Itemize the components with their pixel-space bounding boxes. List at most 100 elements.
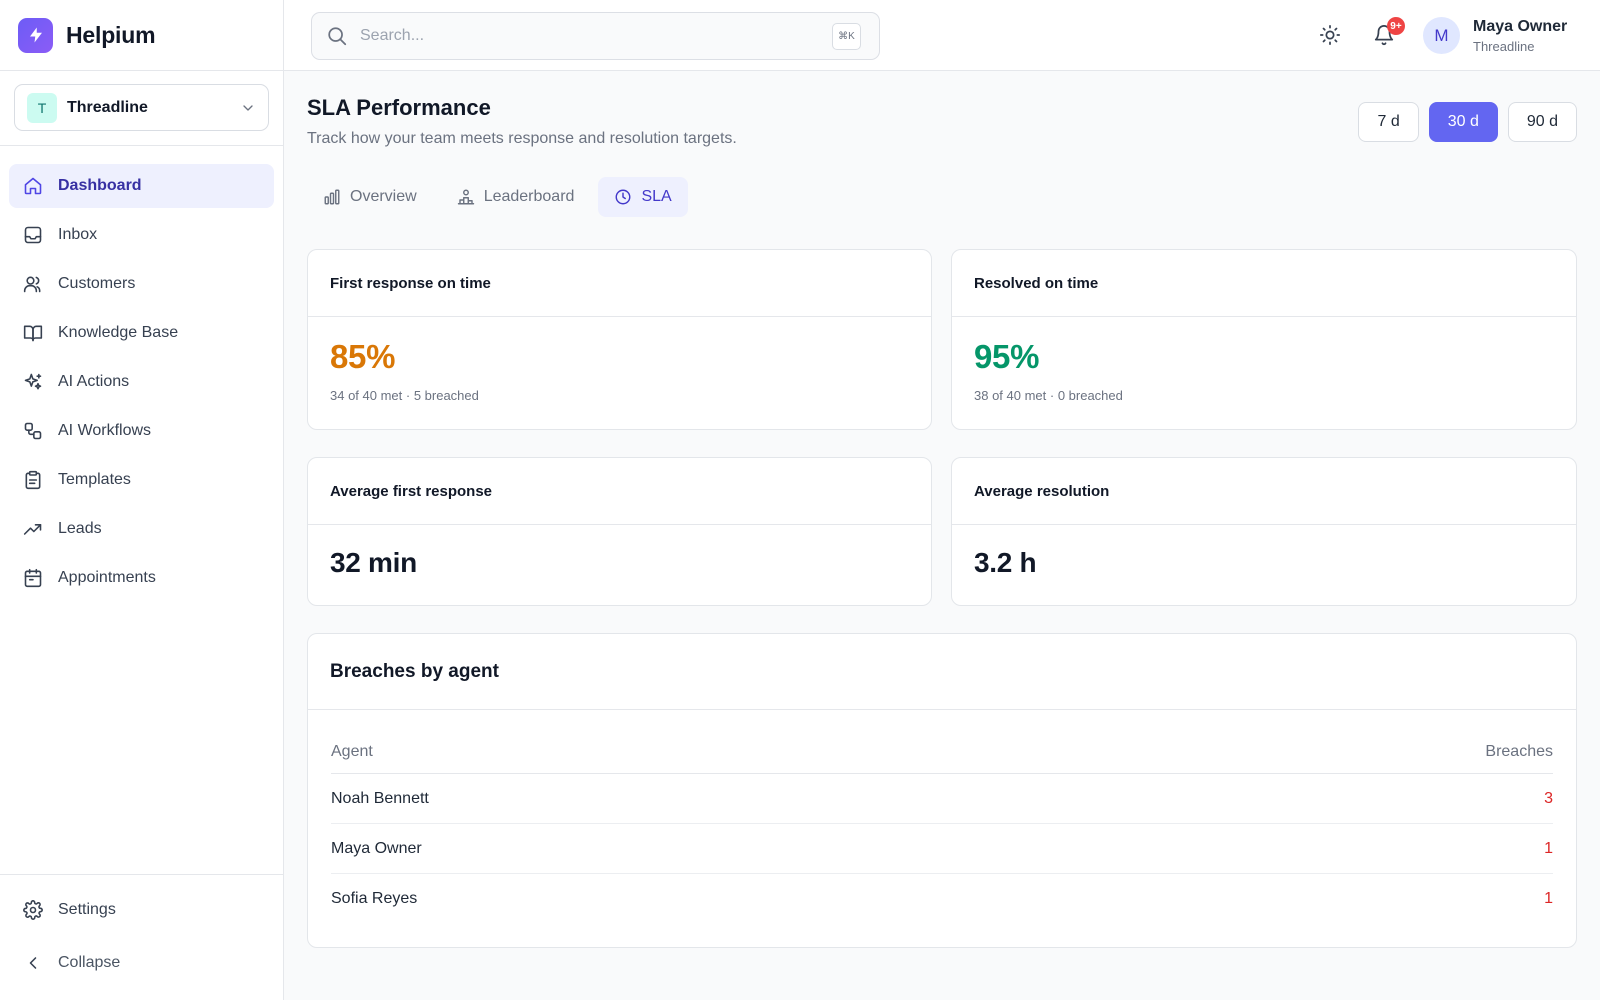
resolved-note: 38 of 40 met · 0 breached bbox=[974, 388, 1123, 403]
sidebar-item-templates[interactable]: Templates bbox=[9, 458, 274, 502]
podium-icon bbox=[457, 188, 475, 206]
sidebar-item-label: Customers bbox=[58, 275, 136, 292]
card-title: First response on time bbox=[308, 250, 931, 317]
workspace-name: Threadline bbox=[67, 98, 148, 116]
search-box[interactable]: ⌘K bbox=[311, 12, 880, 60]
notifications-button[interactable]: 9+ bbox=[1371, 17, 1405, 48]
search-icon bbox=[328, 27, 347, 46]
column-agent: Agent bbox=[331, 742, 373, 760]
book-icon bbox=[23, 323, 43, 343]
home-icon bbox=[23, 176, 43, 196]
brand: Helpium bbox=[0, 0, 283, 71]
sidebar-item-ai-actions[interactable]: AI Actions bbox=[9, 360, 274, 404]
avg-first-response-value: 32 min bbox=[330, 547, 417, 578]
sidebar-bottom: Settings Collapse bbox=[0, 874, 283, 1000]
sidebar: Helpium T Threadline Dashboard Inbox Cus… bbox=[0, 0, 284, 1000]
brand-name: Helpium bbox=[66, 21, 156, 48]
sidebar-nav: Dashboard Inbox Customers Knowledge Base… bbox=[0, 146, 283, 600]
sidebar-item-dashboard[interactable]: Dashboard bbox=[9, 164, 274, 208]
search-shortcut: ⌘K bbox=[832, 23, 861, 50]
first-response-value: 85% bbox=[330, 338, 396, 375]
page-subtitle: Track how your team meets response and r… bbox=[307, 130, 737, 147]
dashboard-tabs: Overview Leaderboard SLA bbox=[307, 177, 688, 217]
breaches-by-agent-card: Breaches by agent Agent Breaches Noah Be… bbox=[307, 633, 1577, 948]
avg-first-response-card: Average first response 32 min bbox=[307, 457, 932, 606]
date-range-selector: 7 d 30 d 90 d bbox=[1358, 102, 1577, 142]
card-title: Breaches by agent bbox=[308, 634, 1576, 710]
table-row[interactable]: Sofia Reyes 1 bbox=[331, 874, 1553, 924]
clock-icon bbox=[614, 188, 632, 206]
tab-label: SLA bbox=[641, 188, 672, 205]
sidebar-item-inbox[interactable]: Inbox bbox=[9, 213, 274, 257]
collapse-sidebar-button[interactable]: Collapse bbox=[9, 941, 274, 985]
workflow-icon bbox=[23, 421, 43, 441]
sidebar-item-settings[interactable]: Settings bbox=[9, 888, 274, 932]
main-content: SLA Performance Track how your team meet… bbox=[284, 71, 1600, 1000]
brand-logo[interactable] bbox=[18, 17, 53, 53]
sidebar-item-label: Knowledge Base bbox=[58, 324, 179, 341]
tab-overview[interactable]: Overview bbox=[307, 177, 433, 217]
sidebar-item-label: Dashboard bbox=[58, 177, 142, 194]
table-header: Agent Breaches bbox=[331, 730, 1553, 774]
table-row[interactable]: Noah Bennett 3 bbox=[331, 774, 1553, 824]
theme-toggle-button[interactable] bbox=[1317, 22, 1343, 48]
resolved-value: 95% bbox=[974, 338, 1040, 375]
breach-count: 3 bbox=[1544, 789, 1553, 807]
avg-resolution-value: 3.2 h bbox=[974, 547, 1037, 578]
trending-up-icon bbox=[23, 519, 43, 539]
tab-label: Leaderboard bbox=[483, 188, 575, 205]
first-response-note: 34 of 40 met · 5 breached bbox=[330, 388, 479, 403]
sparkles-icon bbox=[23, 372, 43, 392]
sidebar-item-label: Inbox bbox=[58, 226, 98, 243]
sidebar-item-label: Leads bbox=[58, 520, 102, 537]
topbar: ⌘K 9+ M Maya Owner Threadline bbox=[284, 0, 1600, 71]
column-breaches: Breaches bbox=[1485, 742, 1553, 760]
avg-resolution-card: Average resolution 3.2 h bbox=[951, 457, 1577, 606]
agent-name: Maya Owner bbox=[331, 839, 422, 857]
range-7d-button[interactable]: 7 d bbox=[1358, 102, 1419, 142]
card-title: Average first response bbox=[308, 458, 931, 525]
sidebar-item-label: Appointments bbox=[58, 569, 156, 586]
clipboard-icon bbox=[23, 470, 43, 490]
chevron-down-icon bbox=[243, 104, 253, 111]
sidebar-item-label: Templates bbox=[58, 471, 131, 488]
tab-leaderboard[interactable]: Leaderboard bbox=[441, 177, 591, 217]
card-title: Average resolution bbox=[952, 458, 1576, 525]
users-icon bbox=[23, 274, 43, 294]
notification-badge: 9+ bbox=[1387, 17, 1405, 35]
sun-icon bbox=[1319, 24, 1341, 46]
resolved-on-time-card: Resolved on time 95% 38 of 40 met · 0 br… bbox=[951, 249, 1577, 430]
sidebar-item-appointments[interactable]: Appointments bbox=[9, 556, 274, 600]
breach-count: 1 bbox=[1544, 839, 1553, 857]
collapse-label: Collapse bbox=[58, 954, 121, 971]
inbox-icon bbox=[23, 225, 43, 245]
bolt-icon bbox=[29, 27, 42, 43]
avatar[interactable]: M bbox=[1423, 17, 1460, 54]
range-90d-button[interactable]: 90 d bbox=[1507, 102, 1577, 142]
card-title: Resolved on time bbox=[952, 250, 1576, 317]
breach-count: 1 bbox=[1544, 890, 1553, 907]
sidebar-item-customers[interactable]: Customers bbox=[9, 262, 274, 306]
table-row[interactable]: Maya Owner 1 bbox=[331, 824, 1553, 874]
sidebar-item-label: AI Workflows bbox=[58, 422, 152, 439]
search-input[interactable] bbox=[360, 27, 800, 45]
workspace-avatar: T bbox=[27, 92, 57, 123]
sidebar-item-label: Settings bbox=[58, 901, 116, 918]
user-org: Threadline bbox=[1473, 39, 1535, 54]
sidebar-item-knowledge-base[interactable]: Knowledge Base bbox=[9, 311, 274, 355]
tab-label: Overview bbox=[350, 188, 417, 205]
sidebar-item-ai-workflows[interactable]: AI Workflows bbox=[9, 409, 274, 453]
sidebar-item-label: AI Actions bbox=[58, 373, 130, 390]
user-name: Maya Owner bbox=[1473, 18, 1568, 35]
range-30d-button[interactable]: 30 d bbox=[1428, 102, 1498, 142]
bar-chart-icon bbox=[323, 188, 341, 206]
gear-icon bbox=[23, 900, 43, 920]
calendar-icon bbox=[23, 568, 43, 588]
workspace-switcher[interactable]: T Threadline bbox=[14, 84, 269, 131]
tab-sla[interactable]: SLA bbox=[598, 177, 688, 217]
sidebar-item-leads[interactable]: Leads bbox=[9, 507, 274, 551]
first-response-card: First response on time 85% 34 of 40 met … bbox=[307, 249, 932, 430]
chevron-left-icon bbox=[23, 953, 43, 973]
agent-name: Noah Bennett bbox=[331, 789, 429, 807]
agent-name: Sofia Reyes bbox=[331, 890, 418, 907]
